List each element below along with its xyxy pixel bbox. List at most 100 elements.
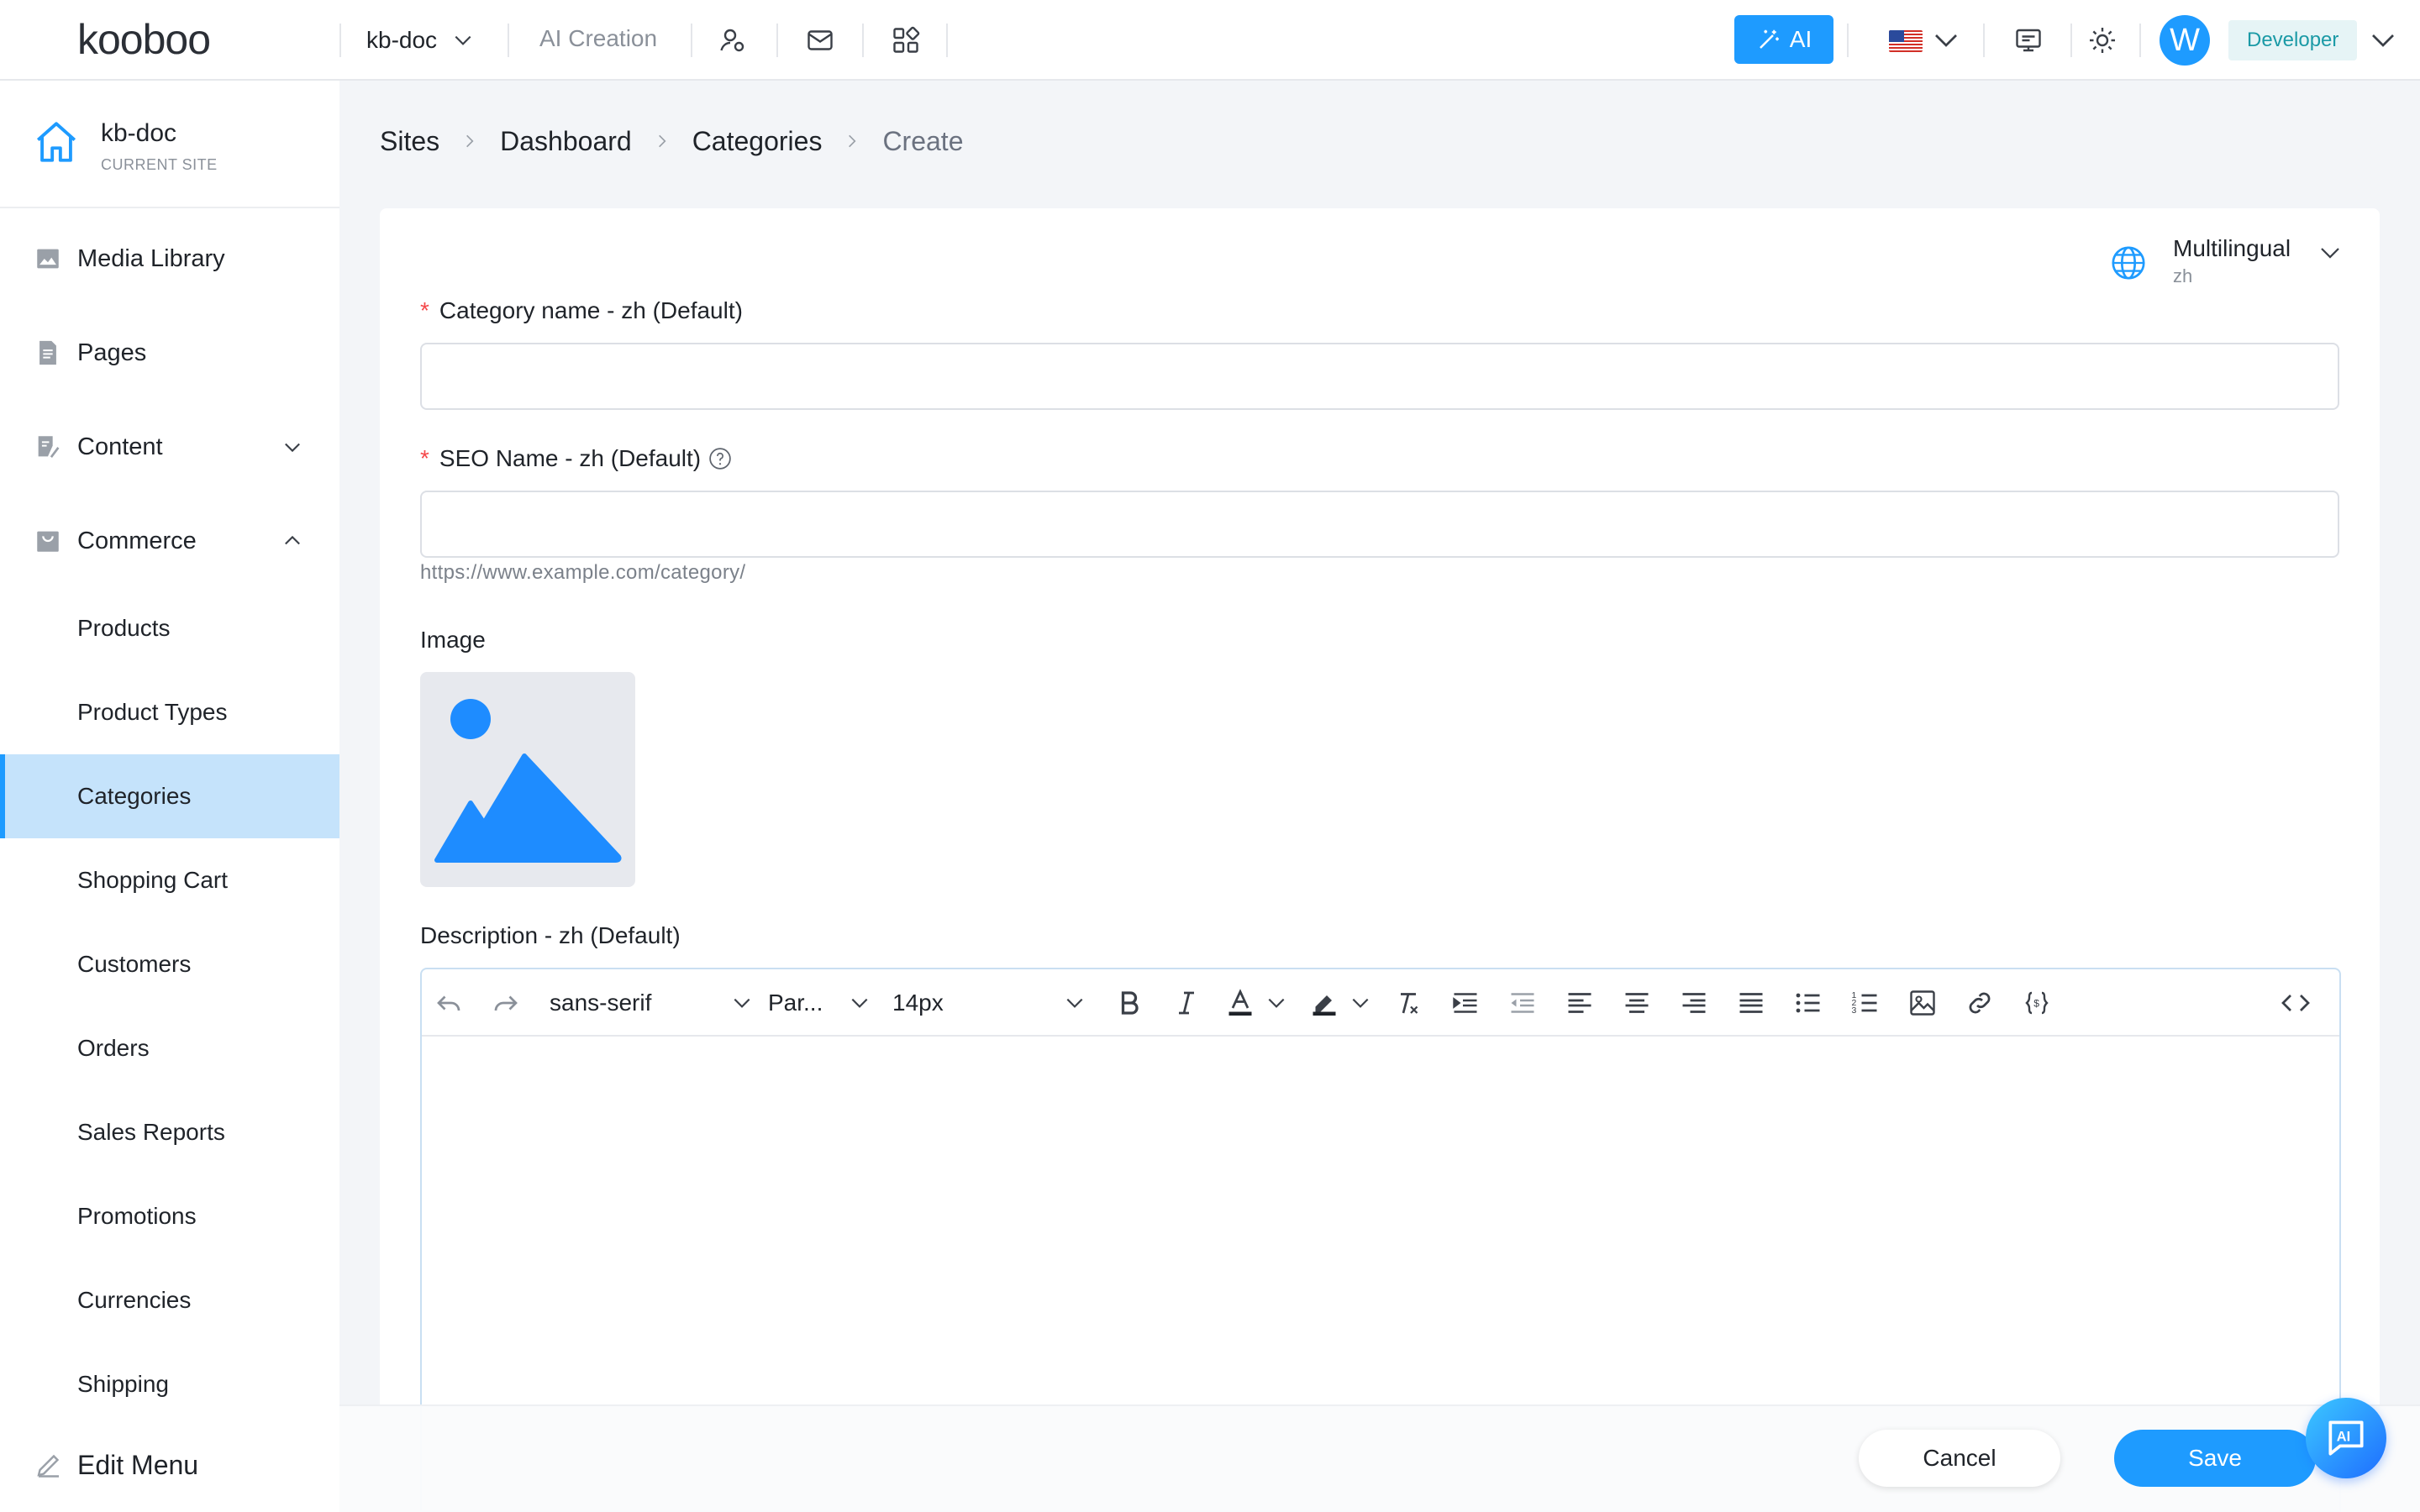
site-selector[interactable]: kb-doc (366, 20, 474, 60)
sidebar-item-label: Products (77, 615, 171, 641)
current-site-name: kb-doc (101, 119, 177, 147)
chevron-up-icon (285, 535, 300, 545)
highlight-color-icon[interactable] (1307, 986, 1341, 1020)
top-bar: kooboo kb-doc AI Creation AI W Developer (0, 0, 2420, 81)
sun-theme-icon[interactable] (2086, 24, 2119, 57)
sidebar-item-currencies[interactable]: Currencies (0, 1258, 339, 1342)
save-button[interactable]: Save (2114, 1430, 2316, 1487)
sidebar-item-customers[interactable]: Customers (0, 922, 339, 1006)
align-center-icon[interactable] (1620, 986, 1654, 1020)
required-asterisk: * (420, 445, 429, 471)
indent-icon[interactable] (1449, 986, 1482, 1020)
align-justify-icon[interactable] (1734, 986, 1768, 1020)
breadcrumb-create: Create (882, 125, 964, 156)
sidebar-item-sales-reports[interactable]: Sales Reports (0, 1090, 339, 1174)
multilingual-selector[interactable]: Multilingual zh (2109, 232, 2361, 291)
sidebar-item-shopping-cart[interactable]: Shopping Cart (0, 838, 339, 922)
image-placeholder-icon (434, 699, 622, 863)
svg-text:kooboo: kooboo (77, 16, 210, 63)
divider (2070, 24, 2072, 57)
chevron-right-icon (466, 134, 474, 148)
chevron-right-icon (849, 134, 856, 148)
align-left-icon[interactable] (1563, 986, 1597, 1020)
text-color-chevron-icon[interactable] (1265, 986, 1287, 1020)
apps-grid-icon[interactable] (889, 24, 923, 57)
ai-button[interactable]: AI (1734, 15, 1833, 64)
highlight-chevron-icon[interactable] (1349, 986, 1371, 1020)
block-format-select[interactable]: Par... (768, 983, 877, 1023)
cancel-button[interactable]: Cancel (1859, 1430, 2060, 1487)
breadcrumb-sites[interactable]: Sites (380, 126, 439, 157)
kooboo-logo[interactable]: kooboo (74, 15, 276, 66)
sidebar-item-media-library[interactable]: Media Library (0, 217, 339, 301)
magic-wand-icon (1759, 29, 1779, 49)
align-right-icon[interactable] (1677, 986, 1711, 1020)
sidebar-item-label: Categories (77, 783, 192, 809)
insert-link-icon[interactable] (1963, 986, 1996, 1020)
sidebar-item-shipping[interactable]: Shipping (0, 1342, 339, 1426)
edit-menu-button[interactable]: Edit Menu (0, 1423, 339, 1507)
mail-icon[interactable] (803, 24, 837, 57)
sidebar-item-content[interactable]: Content (0, 405, 339, 489)
breadcrumb-dashboard[interactable]: Dashboard (500, 126, 632, 157)
chevron-down-icon (734, 998, 750, 1008)
required-asterisk: * (420, 297, 429, 323)
numbered-list-icon[interactable]: 123 (1849, 986, 1882, 1020)
user-avatar[interactable]: W (2160, 15, 2210, 66)
language-chevron-down-icon[interactable] (1929, 24, 1963, 57)
sidebar-item-label: Currencies (77, 1287, 192, 1313)
help-circle-icon[interactable] (708, 446, 733, 471)
multilingual-label: Multilingual (2173, 235, 2291, 261)
current-site-panel[interactable]: kb-doc CURRENT SITE (0, 81, 339, 208)
undo-icon[interactable] (432, 986, 466, 1020)
redo-icon[interactable] (489, 986, 523, 1020)
account-chevron-down-icon[interactable] (2366, 24, 2400, 57)
home-icon (36, 122, 76, 162)
sidebar-item-label: Commerce (77, 527, 197, 554)
bag-icon (37, 531, 59, 552)
sidebar-item-label: Orders (77, 1035, 150, 1061)
sidebar-item-products[interactable]: Products (0, 586, 339, 670)
font-family-select[interactable]: sans-serif (550, 983, 760, 1023)
chevron-down-icon (285, 443, 300, 453)
outdent-icon[interactable] (1506, 986, 1539, 1020)
clear-format-icon[interactable] (1392, 986, 1425, 1020)
breadcrumb-categories[interactable]: Categories (692, 126, 823, 157)
sidebar-item-orders[interactable]: Orders (0, 1006, 339, 1090)
sidebar-item-label: Pages (77, 339, 147, 366)
seo-name-input[interactable] (420, 491, 2339, 558)
image-label: Image (420, 627, 486, 654)
font-size-select[interactable]: 14px (892, 983, 1102, 1023)
image-upload[interactable] (420, 672, 635, 887)
role-badge[interactable]: Developer (2228, 20, 2358, 60)
document-icon (39, 340, 56, 365)
bold-icon[interactable] (1113, 986, 1146, 1020)
sidebar-item-commerce[interactable]: Commerce (0, 499, 339, 583)
sidebar-item-product-types[interactable]: Product Types (0, 670, 339, 754)
category-name-label-text: Category name - zh (Default) (439, 297, 743, 323)
chevron-down-icon (1066, 998, 1083, 1008)
ai-assistant-button[interactable]: AI (2306, 1398, 2386, 1478)
us-flag-icon[interactable] (1889, 30, 1923, 52)
sidebar-item-categories[interactable]: Categories (0, 754, 339, 838)
bullet-list-icon[interactable] (1791, 986, 1825, 1020)
sidebar-item-pages[interactable]: Pages (0, 311, 339, 395)
category-name-input[interactable] (420, 343, 2339, 410)
sidebar-item-label: Media Library (77, 244, 225, 272)
category-name-label: * Category name - zh (Default) (420, 297, 743, 324)
insert-image-icon[interactable] (1906, 986, 1939, 1020)
logo-mark-icon: kooboo (77, 16, 211, 63)
multilingual-current: zh (2173, 265, 2193, 286)
footer-action-bar (339, 1404, 2420, 1512)
template-variable-icon[interactable]: $ (2020, 986, 2054, 1020)
sidebar-item-label: Product Types (77, 699, 228, 725)
font-size-value: 14px (892, 990, 944, 1016)
ai-creation-link[interactable]: AI Creation (539, 25, 657, 52)
user-settings-icon[interactable] (716, 24, 750, 57)
sidebar-item-label: Shopping Cart (77, 867, 229, 893)
sidebar-item-promotions[interactable]: Promotions (0, 1174, 339, 1258)
monitor-icon[interactable] (2012, 24, 2045, 57)
italic-icon[interactable] (1170, 986, 1203, 1020)
source-code-icon[interactable] (2279, 986, 2312, 1020)
text-color-icon[interactable] (1223, 986, 1257, 1020)
